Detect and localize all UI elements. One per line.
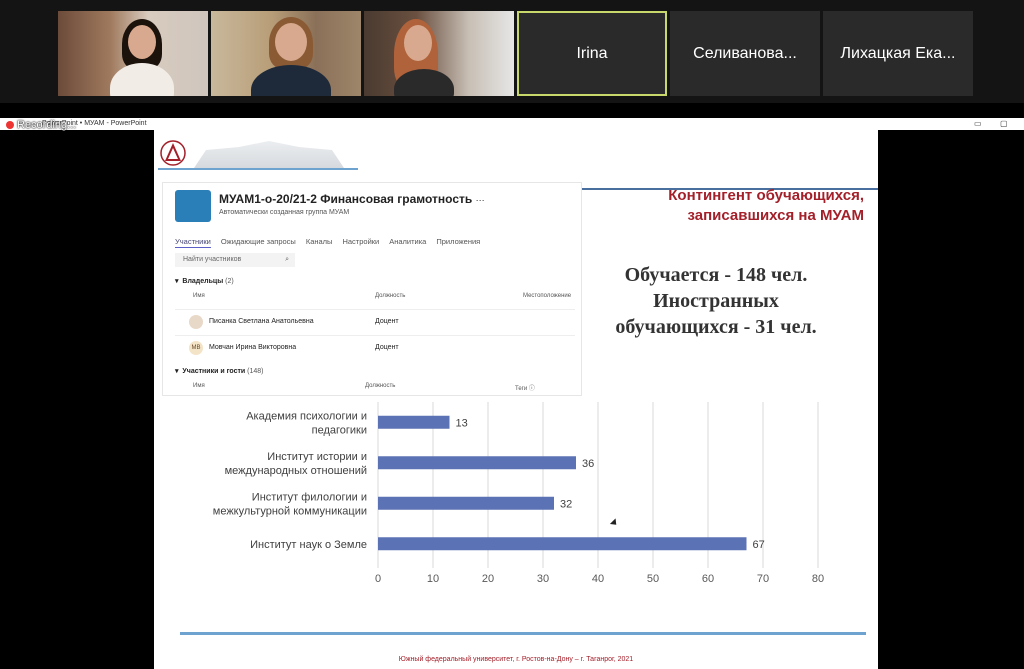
category-label: международных отношений bbox=[225, 465, 367, 477]
window-title-bar: ... - PowerPoint • МУАМ - PowerPoint bbox=[0, 118, 1024, 130]
category-label: педагогики bbox=[312, 424, 367, 436]
divider bbox=[180, 632, 866, 635]
participant-name: Irina bbox=[576, 44, 608, 62]
recording-indicator: Recording... bbox=[6, 119, 76, 131]
slide: МУАМ1-о-20/21-2 Финансовая грамотность ·… bbox=[154, 130, 878, 669]
more-icon: ··· bbox=[475, 195, 485, 205]
group-icon bbox=[175, 190, 211, 222]
search-icon: ⌕ bbox=[285, 256, 289, 263]
restore-icon[interactable]: ▢ bbox=[1000, 118, 1008, 130]
table-row[interactable]: Писанка Светлана Анатольевна Доцент bbox=[175, 309, 575, 333]
bar-chart: 0 10 20 30 40 50 60 70 80 13 Академия психологии и… bbox=[213, 402, 824, 585]
tab-settings[interactable]: Настройки bbox=[342, 237, 379, 248]
category-label: Институт наук о Земле bbox=[250, 539, 367, 551]
x-tick-label: 40 bbox=[592, 573, 604, 585]
slide-footer: Южный федеральный университет, г. Ростов… bbox=[398, 656, 634, 663]
x-tick-label: 0 bbox=[375, 573, 381, 585]
divider bbox=[158, 168, 358, 170]
bar bbox=[378, 496, 554, 510]
bar bbox=[378, 415, 450, 429]
category-label: межкультурной коммуникации bbox=[213, 505, 367, 517]
members-section[interactable]: ▾ Участники и гости (148) bbox=[175, 367, 264, 375]
bar bbox=[378, 456, 576, 470]
category-label: Институт филологии и bbox=[252, 491, 367, 503]
tab-apps[interactable]: Приложения bbox=[436, 237, 480, 248]
tab-pending[interactable]: Ожидающие запросы bbox=[221, 237, 296, 248]
column-tags: Теги ⓘ bbox=[515, 386, 535, 392]
screen: Irina Селиванова... Лихацкая Ека... ... … bbox=[0, 0, 1024, 669]
x-tick-label: 30 bbox=[537, 573, 549, 585]
x-tick-label: 70 bbox=[757, 573, 769, 585]
category-label: Институт истории и bbox=[267, 451, 367, 463]
x-tick-label: 10 bbox=[427, 573, 439, 585]
group-subtitle: Автоматически созданная группа МУАМ bbox=[219, 209, 350, 216]
participant-name: Лихацкая Ека... bbox=[840, 44, 956, 62]
bar bbox=[378, 537, 747, 551]
tab-participants[interactable]: Участники bbox=[175, 237, 211, 248]
participant-tile-likhatskaya[interactable]: Лихацкая Ека... bbox=[823, 11, 973, 96]
tab-channels[interactable]: Каналы bbox=[306, 237, 333, 248]
search-input[interactable]: Найти участников ⌕ bbox=[175, 253, 295, 267]
slide-heading: Контингент обучающихся, записавшихся на … bbox=[668, 187, 864, 224]
tab-analytics[interactable]: Аналитика bbox=[389, 237, 426, 248]
table-row[interactable]: МВ Мовчан Ирина Викторовна Доцент bbox=[175, 335, 575, 359]
participant-tile-irina[interactable]: Irina bbox=[517, 11, 667, 96]
group-tabs: Участники Ожидающие запросы Каналы Настр… bbox=[175, 237, 480, 248]
column-name: Имя bbox=[193, 293, 205, 299]
category-label: Академия психологии и bbox=[246, 410, 367, 422]
group-title: МУАМ1-о-20/21-2 Финансовая грамотность ·… bbox=[219, 192, 485, 206]
participant-name: Селиванова... bbox=[693, 44, 797, 62]
participant-strip: Irina Селиванова... Лихацкая Ека... bbox=[0, 0, 1024, 103]
x-tick-label: 50 bbox=[647, 573, 659, 585]
building-image bbox=[194, 141, 344, 168]
minimize-icon[interactable]: ▭ bbox=[974, 118, 982, 130]
x-tick-label: 20 bbox=[482, 573, 494, 585]
owners-section[interactable]: ▾ Владельцы (2) bbox=[175, 277, 234, 285]
teams-group-screenshot: МУАМ1-о-20/21-2 Финансовая грамотность ·… bbox=[162, 182, 582, 396]
x-tick-label: 80 bbox=[812, 573, 824, 585]
column-location: Местоположение bbox=[523, 293, 572, 299]
data-label: 67 bbox=[753, 539, 765, 551]
data-label: 13 bbox=[456, 417, 468, 429]
data-label: 36 bbox=[582, 458, 594, 470]
participant-tile-selivanova[interactable]: Селиванова... bbox=[670, 11, 820, 96]
participant-video-2[interactable] bbox=[211, 11, 361, 96]
column-role: Должность bbox=[365, 383, 396, 389]
avatar bbox=[189, 315, 203, 329]
column-name: Имя bbox=[193, 383, 205, 389]
record-icon bbox=[6, 121, 14, 129]
participant-video-3[interactable] bbox=[364, 11, 514, 96]
university-logo-icon bbox=[160, 140, 186, 166]
x-tick-label: 60 bbox=[702, 573, 714, 585]
column-role: Должность bbox=[375, 293, 406, 299]
recording-label: Recording... bbox=[17, 119, 77, 131]
participant-video-1[interactable] bbox=[58, 11, 208, 96]
avatar: МВ bbox=[189, 341, 203, 355]
data-label: 32 bbox=[560, 498, 572, 510]
slide-stats: Обучается - 148 чел. Иностранных обучающ… bbox=[615, 264, 817, 338]
